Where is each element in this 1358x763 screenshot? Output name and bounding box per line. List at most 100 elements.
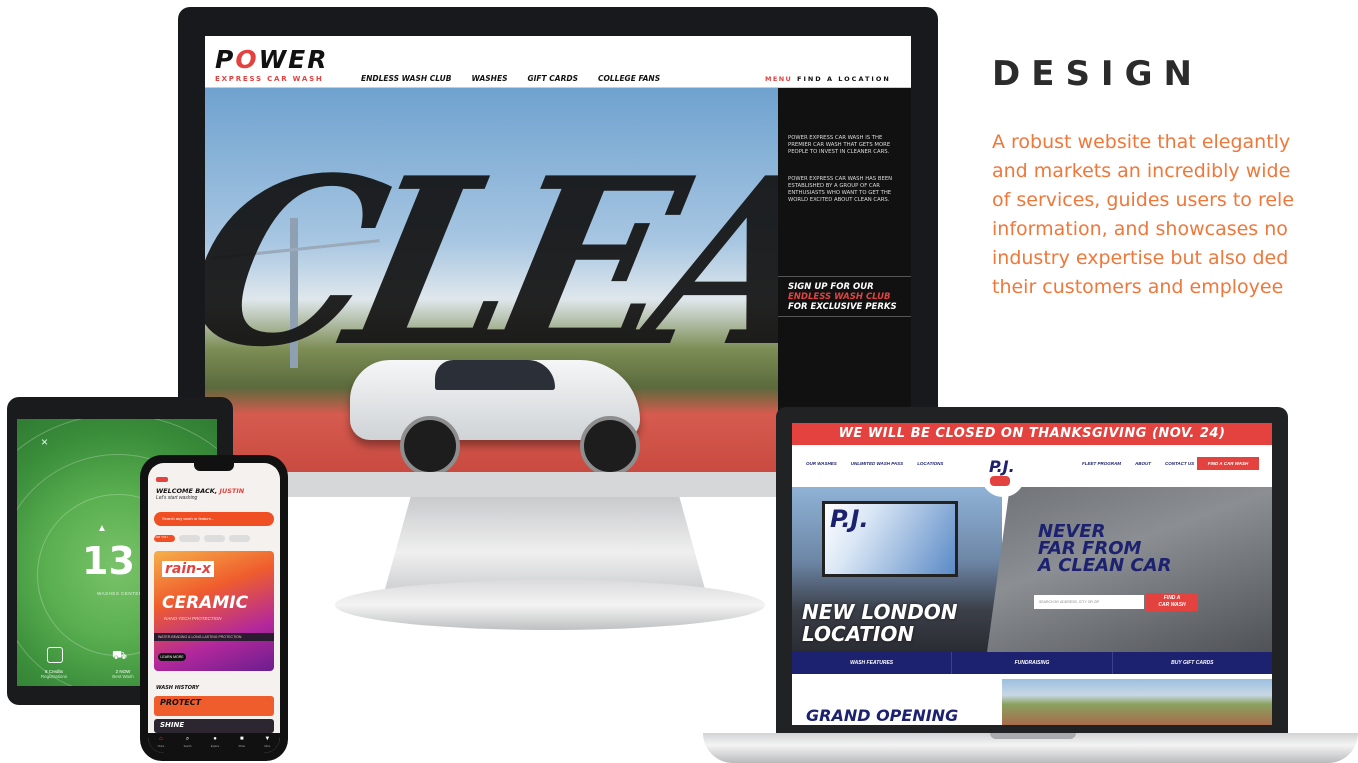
search-placeholder: Search any wash or feature... (162, 516, 215, 521)
filter-chips: FOR YOU (154, 535, 250, 542)
power-header: POWER EXPRESS CAR WASH ENDLESS WASH CLUB… (205, 36, 911, 87)
bottom-tab-bar: ⌂ Home ⌕ Search ● Explore ■ Photo ▼ More (148, 733, 280, 753)
close-icon[interactable]: × (41, 435, 48, 449)
nav-unlimited-wash-pass[interactable]: UNLIMITED WASH PASS (851, 461, 903, 466)
welcome-text: WELCOME BACK, (156, 487, 218, 495)
tab-label: Search (183, 745, 192, 748)
closure-banner: WE WILL BE CLOSED ON THANKSGIVING (NOV. … (792, 423, 1272, 445)
welcome-subtitle: Let's start washing (156, 495, 198, 501)
shield-icon[interactable] (47, 647, 63, 663)
side-divider (778, 276, 911, 277)
power-logo-rest: WER (258, 45, 329, 74)
pj-sub-nav: WASH FEATURES FUNDRAISING BUY GIFT CARDS (792, 652, 1272, 674)
pj-nav-bar: OUR WASHES UNLIMITED WASH PASS LOCATIONS… (792, 445, 1272, 487)
design-description-line: and markets an incredibly wide (992, 160, 1291, 182)
nav-our-washes[interactable]: OUR WASHES (806, 461, 837, 466)
headline-line: A CLEAN CAR (1038, 555, 1172, 576)
nav-college-fans[interactable]: COLLEGE FANS (598, 74, 660, 83)
filter-chip[interactable] (204, 535, 225, 542)
monitor-stand-base (335, 580, 765, 630)
tab-label: Photo (238, 745, 246, 748)
design-description-line: of services, guides users to rele (992, 189, 1295, 211)
learn-more-button[interactable]: LEARN MORE (158, 653, 186, 661)
menu-button[interactable]: MENU (765, 75, 792, 83)
phone-app-screen: WELCOME BACK, JUSTIN Let's start washing… (148, 463, 280, 753)
history-item-title: SHINE (160, 721, 185, 729)
wash-count: 13 (82, 539, 135, 583)
laptop-notch (990, 733, 1076, 739)
design-description-line: information, and showcases no (992, 218, 1288, 240)
aerial-photo (1002, 679, 1272, 725)
nav-locations[interactable]: LOCATIONS (917, 461, 943, 466)
power-logo-o: O (235, 45, 259, 74)
pj-logo-text: P.J. (989, 457, 1015, 476)
power-logo[interactable]: POWER (215, 45, 329, 74)
tab-label: More (264, 745, 271, 748)
promo-subtitle: NANO-TECH PROTECTION (164, 616, 222, 621)
history-item-title: PROTECT (160, 698, 202, 707)
filter-chip[interactable]: FOR YOU (154, 535, 175, 542)
design-heading: DESIGN (992, 54, 1203, 94)
power-hero-image: CLEAN (205, 88, 778, 472)
signup-cta[interactable]: SIGN UP FOR OUR ENDLESS WASH CLUB FOR EX… (788, 282, 897, 312)
location-search-input[interactable]: SEARCH BY ADDRESS, CITY OR ZIP (1034, 595, 1144, 609)
find-location-link[interactable]: FIND A LOCATION (797, 75, 891, 83)
hero-headline: NEVER FAR FROM A CLEAN CAR (1038, 523, 1172, 576)
nav-contact-us[interactable]: CONTACT US (1165, 461, 1194, 466)
search-icon: ⌕ (185, 736, 190, 742)
tab-label: Explore (210, 745, 220, 748)
design-description: A robust website that elegantly and mark… (992, 128, 1358, 302)
pj-website-screen: WE WILL BE CLOSED ON THANKSGIVING (NOV. … (792, 423, 1272, 725)
signup-line-highlight: ENDLESS WASH CLUB (788, 292, 891, 302)
tab-home[interactable]: ⌂ Home (158, 736, 165, 750)
phone-notch (194, 463, 234, 471)
search-car-wash-button[interactable]: FIND A CAR WASH (1146, 593, 1198, 611)
wash-count-label: WASHES CENTER (97, 591, 143, 596)
pj-mascot-icon (990, 476, 1010, 486)
signup-line: SIGN UP FOR OUR (788, 282, 874, 292)
grand-opening-heading: GRAND OPENING (806, 706, 959, 725)
wash-history-heading: WASH HISTORY (156, 685, 200, 691)
pj-nav-right: FLEET PROGRAM ABOUT CONTACT US (1082, 461, 1194, 466)
button-line: FIND A (1163, 595, 1181, 601)
tab-photo[interactable]: ■ Photo (239, 736, 246, 750)
power-logo-p: P (215, 45, 236, 74)
tab-search[interactable]: ⌕ Search (184, 736, 192, 750)
power-nav: ENDLESS WASH CLUB WASHES GIFT CARDS COLL… (361, 74, 660, 83)
tab-explore[interactable]: ● Explore (211, 736, 219, 750)
find-car-wash-button[interactable]: FIND A CAR WASH (1197, 457, 1259, 470)
subnav-buy-gift-cards[interactable]: BUY GIFT CARDS (1113, 652, 1272, 674)
filter-chip[interactable] (179, 535, 200, 542)
arrow-up-icon: ▲ (97, 523, 107, 534)
design-description-line: their customers and employee (992, 276, 1284, 298)
new-london-line: LOCATION (802, 622, 915, 646)
nav-about[interactable]: ABOUT (1135, 461, 1151, 466)
rainx-logo: rain-x (162, 561, 214, 577)
billboard-logo-text: P.J. (830, 505, 869, 533)
tab-more[interactable]: ▼ More (264, 736, 270, 750)
new-london-line: NEW LONDON (802, 600, 958, 624)
signup-line: FOR EXCLUSIVE PERKS (788, 302, 897, 312)
credits-stat: 8 Credits Registrations (38, 669, 70, 679)
nav-endless-wash-club[interactable]: ENDLESS WASH CLUB (361, 74, 451, 83)
location-icon: ● (213, 736, 217, 742)
subnav-wash-features[interactable]: WASH FEATURES (792, 652, 953, 674)
power-tagline: EXPRESS CAR WASH (215, 75, 324, 83)
nav-fleet-program[interactable]: FLEET PROGRAM (1082, 461, 1121, 466)
subnav-fundraising[interactable]: FUNDRAISING (952, 652, 1113, 674)
filter-chip[interactable] (229, 535, 250, 542)
hero-brush-word: CLEAN (205, 128, 778, 398)
nav-washes[interactable]: WASHES (471, 74, 507, 83)
monitor-stand-neck (385, 497, 705, 589)
credits-label: Registrations (40, 674, 68, 679)
nav-gift-cards[interactable]: GIFT CARDS (527, 74, 578, 83)
design-description-line: industry expertise but also ded (992, 247, 1289, 269)
home-icon: ⌂ (159, 736, 163, 742)
best-wash-label: Best Wash (112, 674, 134, 679)
car-icon[interactable]: ⛟ (112, 648, 127, 664)
filter-icon: ▼ (264, 736, 271, 742)
new-london-heading[interactable]: NEW LONDON LOCATION (802, 601, 958, 645)
tab-label: Home (157, 745, 165, 748)
best-wash-stat: 2 NOW Best Wash (107, 669, 139, 679)
car-window (435, 360, 555, 390)
